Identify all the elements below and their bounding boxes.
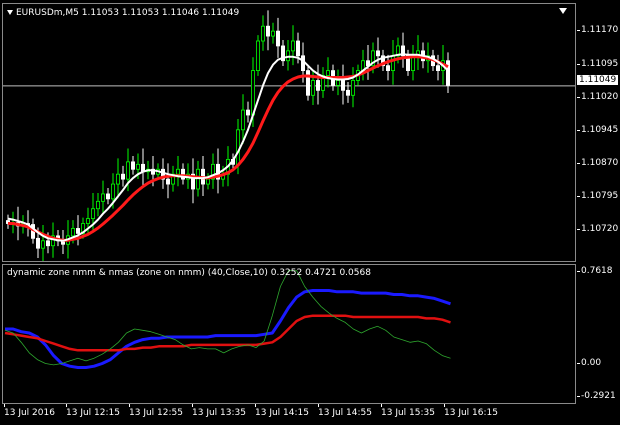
candle-body (445, 60, 450, 86)
indicator-pane[interactable]: dynamic zone nmm & nmas (zone on nmm) (4… (2, 264, 576, 404)
candle-body (130, 161, 135, 170)
candle-body (390, 55, 395, 71)
price-tickmark (577, 130, 580, 131)
candle-body (175, 168, 180, 175)
time-tick-label: 13 Jul 12:55 (129, 408, 183, 418)
price-tick-label: 1.10945 (581, 125, 619, 135)
time-tick-label: 13 Jul 16:15 (444, 408, 498, 418)
candle-body (435, 65, 440, 72)
indicator-tick-label: 0.7618 (581, 266, 613, 276)
price-tickmark (577, 163, 580, 164)
candle-body (135, 163, 140, 170)
time-tickmark (444, 404, 445, 407)
candle-body (270, 30, 275, 37)
candle-body (111, 183, 116, 200)
indicator-axis[interactable]: 0.7618 0.00 -0.2921 (577, 264, 620, 404)
candle-body (350, 80, 355, 96)
candle-body (240, 109, 245, 131)
candle-body (345, 89, 350, 96)
candle-body (36, 237, 41, 249)
candle-body (91, 208, 96, 220)
time-tick-label: 13 Jul 2016 (4, 408, 55, 418)
time-tickmark (4, 404, 5, 407)
candle-body (245, 109, 250, 116)
symbol-info-text: EURUSDm,M5 1.11053 1.11053 1.11046 1.110… (16, 8, 240, 18)
candle-body (255, 40, 260, 72)
candle-body (106, 193, 111, 200)
candle-body (116, 173, 121, 185)
price-tickmark (577, 196, 580, 197)
candle-body (315, 80, 320, 91)
candle-body (375, 50, 380, 57)
time-tickmark (66, 404, 67, 407)
candle-body (121, 173, 126, 180)
price-tick-label: 1.11095 (581, 59, 619, 69)
price-chart-pane[interactable]: EURUSDm,M5 1.11053 1.11053 1.11046 1.110… (2, 3, 576, 262)
price-tick-label: 1.11170 (581, 25, 619, 35)
candle-body (235, 129, 240, 165)
indicator-tickmark (577, 363, 580, 364)
time-tickmark (129, 404, 130, 407)
price-tick-label: 1.10720 (581, 224, 619, 234)
price-tickmark (577, 97, 580, 98)
candle-body (76, 228, 81, 234)
candle-body (101, 193, 106, 202)
indicator-tick-label: 0.00 (581, 358, 602, 368)
candle-body (325, 70, 330, 76)
candle-body (96, 200, 101, 210)
time-tick-label: 13 Jul 14:15 (255, 408, 309, 418)
candle-body (305, 70, 310, 96)
indicator-tick-label: -0.2921 (581, 391, 616, 401)
chart-window: EURUSDm,M5 1.11053 1.11053 1.11046 1.110… (0, 0, 620, 425)
candle-body (195, 168, 200, 190)
candle-body (265, 25, 270, 37)
time-tick-label: 13 Jul 13:35 (192, 408, 246, 418)
price-tickmark (577, 229, 580, 230)
candle-body (340, 80, 345, 91)
candle-body (205, 178, 210, 185)
price-tick-label: 1.10870 (581, 158, 619, 168)
price-tickmark (577, 64, 580, 65)
indicator-chart-svg (4, 270, 451, 369)
dropdown-triangle-icon[interactable] (7, 10, 13, 15)
time-tickmark (255, 404, 256, 407)
candle-body (275, 30, 280, 47)
price-chart-svg (3, 10, 575, 261)
price-axis[interactable]: 1.11170 1.11095 1.11020 1.10945 1.10870 … (577, 3, 620, 262)
candle-body (310, 80, 315, 96)
candle-body (165, 178, 170, 185)
time-axis[interactable]: 13 Jul 2016 13 Jul 12:15 13 Jul 12:55 13… (2, 404, 576, 425)
indicator-tickmark (577, 271, 580, 272)
price-tick-label: 1.10795 (581, 191, 619, 201)
current-price-tag: 1.11049 (577, 75, 619, 85)
candle-body (86, 218, 91, 224)
candle-body (46, 240, 51, 247)
zone-mid-red-line (4, 314, 451, 352)
price-tickmark (577, 30, 580, 31)
candle-body (335, 80, 340, 86)
candle-body (295, 40, 300, 57)
candle-body (290, 40, 295, 52)
candle-body (126, 161, 131, 180)
time-tick-label: 13 Jul 15:35 (381, 408, 435, 418)
candle-body (285, 50, 290, 62)
time-tickmark (381, 404, 382, 407)
indicator-info-text: dynamic zone nmm & nmas (zone on nmm) (4… (7, 268, 371, 278)
time-tickmark (192, 404, 193, 407)
time-tickmark (318, 404, 319, 407)
price-tick-label: 1.11020 (581, 92, 619, 102)
one-click-trading-triangle-icon[interactable] (559, 8, 567, 14)
candle-body (71, 228, 76, 237)
candle-body (41, 240, 46, 249)
symbol-info: EURUSDm,M5 1.11053 1.11053 1.11046 1.110… (7, 8, 239, 18)
time-tick-label: 13 Jul 14:55 (318, 408, 372, 418)
indicator-tickmark (577, 396, 580, 397)
candle-body (250, 70, 255, 116)
time-tick-label: 13 Jul 12:15 (66, 408, 120, 418)
candle-body (385, 65, 390, 72)
candle-body (260, 25, 265, 42)
